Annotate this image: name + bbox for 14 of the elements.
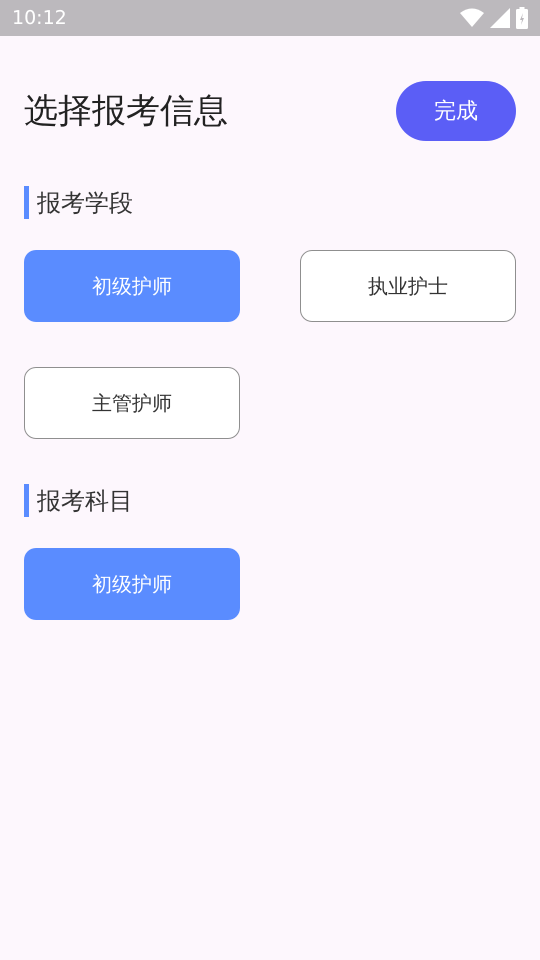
- done-button[interactable]: 完成: [396, 81, 516, 141]
- status-time: 10:12: [12, 6, 67, 31]
- option-button[interactable]: 执业护士: [300, 250, 516, 322]
- section-title: 报考科目: [37, 486, 133, 516]
- option-button[interactable]: 初级护师: [24, 548, 240, 620]
- option-button[interactable]: 初级护师: [24, 250, 240, 322]
- option-button[interactable]: 主管护师: [24, 367, 240, 439]
- wifi-icon: [460, 8, 484, 28]
- battery-icon: [516, 7, 528, 29]
- page-title: 选择报考信息: [24, 90, 228, 132]
- signal-icon: [490, 8, 510, 28]
- section-marker: [24, 484, 29, 517]
- section-marker: [24, 186, 29, 219]
- section-title: 报考学段: [37, 188, 133, 218]
